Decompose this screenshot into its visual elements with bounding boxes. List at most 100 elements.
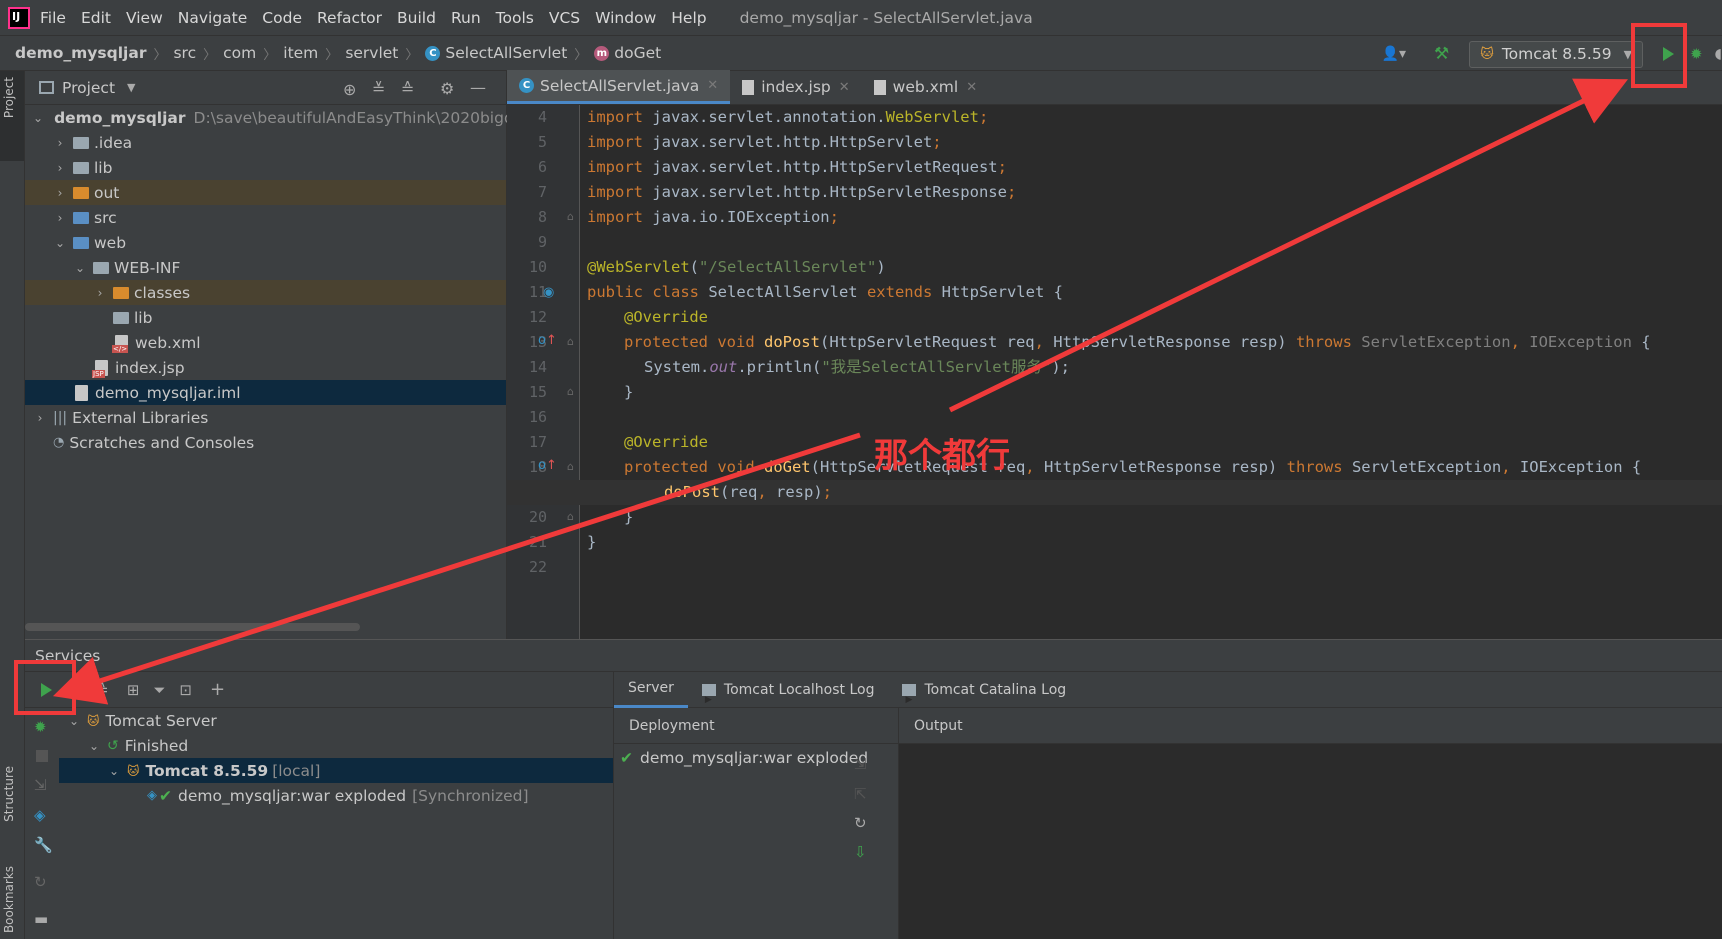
chevron-right-icon[interactable]: ›	[53, 186, 67, 200]
tree-item-artifact[interactable]: ◈ ✔ demo_mysqljar:war exploded [Synchron…	[59, 783, 613, 808]
horizontal-scrollbar[interactable]	[25, 623, 360, 631]
fold-icon[interactable]: ⌂	[567, 510, 574, 523]
wrench-icon[interactable]: 🔧	[34, 836, 53, 854]
chevron-down-icon[interactable]: ⌄	[33, 111, 43, 125]
breadcrumb-com[interactable]: com	[223, 44, 256, 62]
breadcrumb-item[interactable]: item	[283, 44, 318, 62]
chevron-right-icon[interactable]: ›	[53, 161, 67, 175]
tree-item-web-inf-lib[interactable]: lib	[25, 305, 506, 330]
tree-item-classes[interactable]: › classes	[25, 280, 506, 305]
bookmarks-tab-label[interactable]: Bookmarks	[2, 866, 16, 933]
gear-icon[interactable]: ⚙	[440, 79, 454, 98]
fold-icon[interactable]: ⌂	[567, 210, 574, 223]
hide-panel-icon[interactable]: —	[470, 78, 486, 97]
close-icon[interactable]: ✕	[839, 80, 850, 95]
expand-all-icon[interactable]: ≚	[372, 79, 385, 98]
run-configuration-select[interactable]: 🐱 Tomcat 8.5.59 ▼	[1469, 40, 1644, 68]
breadcrumb-project[interactable]: demo_mysqljar	[15, 44, 146, 62]
tree-item-tomcat-instance[interactable]: ⌄ 🐱 Tomcat 8.5.59 [local]	[59, 758, 613, 783]
code-token: import	[587, 183, 653, 201]
user-icon[interactable]: 👤▾	[1382, 46, 1406, 62]
coverage-icon[interactable]: ◖	[1715, 46, 1722, 62]
breadcrumb-method[interactable]: doGet	[614, 44, 661, 62]
close-icon[interactable]: ✕	[707, 78, 718, 93]
breadcrumb-class[interactable]: SelectAllServlet	[445, 44, 567, 62]
tree-item-finished[interactable]: ⌄ ↺ Finished	[59, 733, 613, 758]
redeploy-icon[interactable]: ⇲	[34, 776, 47, 794]
menu-build[interactable]: Build	[397, 9, 436, 27]
artifact-icon[interactable]: ◈	[34, 806, 46, 824]
tree-item-index-jsp[interactable]: index.jsp	[25, 355, 506, 380]
group-icon[interactable]: ⊞	[127, 681, 140, 699]
tree-item-external-libraries[interactable]: › ||| External Libraries	[25, 405, 506, 430]
tree-item-project-root[interactable]: ⌄ demo_mysqljar D:\save\beautifulAndEasy…	[25, 105, 523, 130]
debug-button[interactable]: ✹	[1690, 45, 1703, 63]
debug-icon[interactable]: ✹	[34, 718, 47, 736]
update-icon[interactable]: ⇩	[854, 843, 867, 861]
deploy-icon[interactable]: ⇲	[854, 755, 867, 773]
menu-view[interactable]: View	[126, 9, 163, 27]
tree-item-src[interactable]: › src	[25, 205, 506, 230]
chevron-down-icon[interactable]: ⌄	[73, 261, 87, 275]
tab-server[interactable]: Server	[614, 672, 688, 708]
override-gutter-icon[interactable]: o↑	[538, 333, 557, 348]
tree-item-tomcat-server[interactable]: ⌄ 🐱 Tomcat Server	[59, 708, 613, 733]
menu-help[interactable]: Help	[671, 9, 706, 27]
tab-web-xml[interactable]: web.xml ✕	[862, 70, 989, 104]
menu-window[interactable]: Window	[595, 9, 656, 27]
new-tab-icon[interactable]: ⊡	[179, 681, 192, 699]
tree-item-web[interactable]: ⌄ web	[25, 230, 506, 255]
chevron-right-icon[interactable]: ›	[93, 286, 107, 300]
menu-file[interactable]: File	[40, 9, 66, 27]
project-tool-tab[interactable]: Project	[0, 71, 24, 161]
undeploy-icon[interactable]: ⇱	[854, 785, 867, 803]
menu-tools[interactable]: Tools	[496, 9, 534, 27]
build-hammer-icon[interactable]: ⚒	[1434, 44, 1449, 64]
collapse-all-icon[interactable]: ≙	[401, 79, 414, 98]
chevron-right-icon[interactable]: ›	[53, 136, 67, 150]
fold-icon[interactable]: ⌂	[567, 335, 574, 348]
tree-item-out[interactable]: › out	[25, 180, 506, 205]
tree-item-scratches[interactable]: ◔ Scratches and Consoles	[25, 430, 506, 455]
close-icon[interactable]: ✕	[966, 80, 977, 95]
fold-icon[interactable]: ⌂	[567, 385, 574, 398]
chevron-down-icon[interactable]: ⌄	[53, 236, 67, 250]
refresh-icon[interactable]: ↻	[34, 873, 47, 891]
chevron-down-icon[interactable]: ⌄	[67, 714, 81, 728]
breadcrumb-servlet[interactable]: servlet	[345, 44, 398, 62]
code-content[interactable]: import javax.servlet.annotation.WebServl…	[587, 105, 1722, 639]
structure-tab-label[interactable]: Structure	[2, 766, 16, 822]
tree-item-web-inf[interactable]: ⌄ WEB-INF	[25, 255, 506, 280]
filter-icon[interactable]: ⏷	[153, 681, 165, 699]
servlet-gutter-icon[interactable]: ◉	[543, 285, 554, 300]
menu-edit[interactable]: Edit	[81, 9, 111, 27]
menu-run[interactable]: Run	[451, 9, 481, 27]
add-icon[interactable]: +	[210, 679, 225, 700]
menu-refactor[interactable]: Refactor	[317, 9, 382, 27]
chevron-down-icon[interactable]: ⌄	[107, 764, 121, 778]
output-pane[interactable]: Output	[899, 708, 1722, 939]
fold-icon[interactable]: ⌂	[567, 460, 574, 473]
tree-item-idea[interactable]: › .idea	[25, 130, 506, 155]
collapse-all-icon[interactable]: ≙	[95, 680, 108, 699]
menu-code[interactable]: Code	[262, 9, 302, 27]
tab-catalina-log[interactable]: Tomcat Catalina Log	[888, 672, 1080, 718]
menu-navigate[interactable]: Navigate	[178, 9, 248, 27]
tab-index-jsp[interactable]: index.jsp ✕	[730, 70, 861, 104]
menu-vcs[interactable]: VCS	[549, 9, 580, 27]
override-gutter-icon[interactable]: o↑	[538, 458, 557, 473]
chevron-right-icon[interactable]: ›	[53, 211, 67, 225]
refresh-icon[interactable]: ↻	[854, 814, 867, 832]
locate-icon[interactable]: ⊕	[343, 80, 356, 99]
chevron-right-icon[interactable]: ›	[33, 411, 47, 425]
breadcrumb-src[interactable]: src	[173, 44, 196, 62]
tree-item-web-xml[interactable]: web.xml	[25, 330, 506, 355]
tree-item-iml[interactable]: demo_mysqljar.iml	[25, 380, 506, 405]
tab-selectallservlet[interactable]: C SelectAllServlet.java ✕	[507, 70, 731, 104]
project-view-selector[interactable]: Project ▼	[39, 79, 136, 97]
tree-item-lib[interactable]: › lib	[25, 155, 506, 180]
chevron-down-icon[interactable]: ⌄	[87, 739, 101, 753]
tab-localhost-log[interactable]: Tomcat Localhost Log	[688, 672, 889, 718]
stop-icon[interactable]	[36, 750, 48, 762]
layout-icon[interactable]: ▬	[34, 910, 48, 928]
